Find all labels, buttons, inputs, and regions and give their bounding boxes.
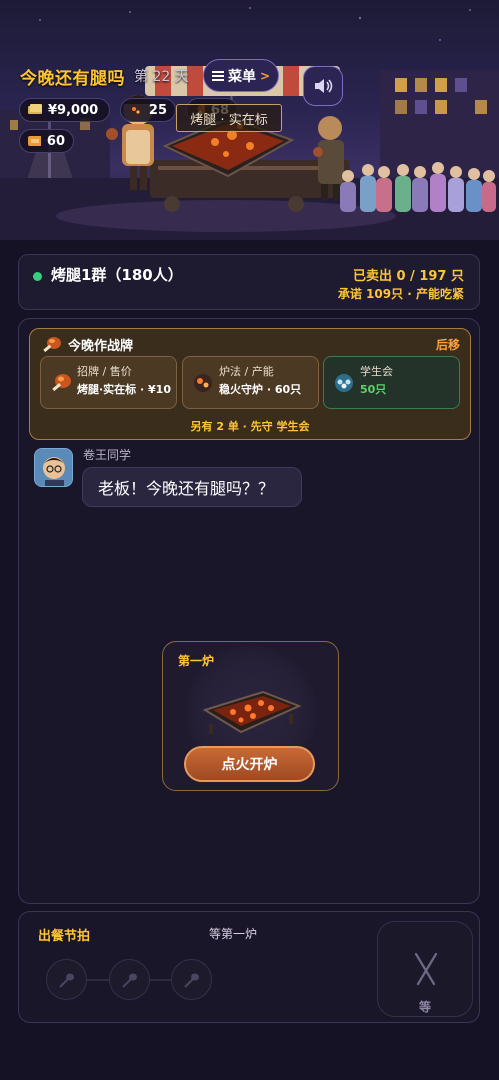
chevron-right-icon: > — [259, 68, 271, 83]
group-name: 烤腿1群（180人） — [51, 266, 183, 284]
money-pill: ¥9,000 — [19, 98, 110, 122]
drumstick-slot-icon — [121, 973, 137, 988]
postpone-button[interactable]: 后移 — [436, 336, 460, 353]
main-panel: 今晚作战牌 后移 招牌 / 售价 烤腿·实在标 · ¥10 炉法 / 产能 稳火… — [18, 318, 480, 904]
drumstick-slot-icon — [58, 973, 74, 988]
grill-icon — [203, 690, 301, 734]
crossed-skewers-icon — [414, 952, 438, 986]
ignite-button[interactable]: 点火开炉 — [184, 746, 315, 782]
card-label: 炉法 / 产能 — [219, 365, 274, 378]
promise-capacity: 承诺 109只 · 产能吃紧 — [337, 287, 464, 301]
game-title: 今晚还有腿吗 — [20, 69, 125, 89]
rhythm-status: 等第一炉 — [209, 927, 258, 941]
first-batch-card: 第一炉 点火开炉 — [162, 641, 339, 791]
stall-sign: 烤腿 · 实在标 — [176, 104, 282, 132]
card-label: 招牌 / 售价 — [77, 365, 132, 378]
signature-price-card[interactable]: 招牌 / 售价 烤腿·实在标 · ¥10 — [40, 356, 177, 409]
wait-label: 等 — [418, 1000, 431, 1014]
game-screen: 今晚还有腿吗 第 22 天 菜单 > ¥9,000 25 60 烤腿 · 实在标… — [0, 0, 499, 1080]
charcoal-pill: 25 — [120, 98, 176, 122]
serving-slot — [46, 959, 87, 1000]
menu-button[interactable]: 菜单 > — [203, 59, 279, 92]
money-value: ¥9,000 — [48, 102, 99, 118]
charcoal-icon — [194, 374, 212, 392]
serving-rhythm-panel: 出餐节拍 等第一炉 等 — [18, 911, 480, 1023]
drumstick-slot-icon — [183, 973, 199, 988]
strategy-footer: 另有 2 单 · 先守 学生会 — [190, 420, 310, 433]
speaker-icon — [315, 79, 333, 93]
wait-button[interactable]: 等 — [377, 921, 473, 1017]
avatar — [34, 448, 73, 487]
online-status-dot — [33, 272, 42, 281]
card-label: 学生会 — [360, 365, 393, 378]
menu-label: 菜单 — [227, 68, 256, 85]
serving-slot — [171, 959, 212, 1000]
night-market-scene: 今晚还有腿吗 第 22 天 菜单 > ¥9,000 25 60 烤腿 · 实在标 — [0, 0, 499, 240]
serving-slot — [109, 959, 150, 1000]
hamburger-icon — [211, 70, 224, 81]
sold-count: 已卖出 0 / 197 只 — [352, 269, 464, 284]
group-status-panel: 烤腿1群（180人） 已卖出 0 / 197 只 承诺 109只 · 产能吃紧 — [18, 254, 480, 310]
charcoal-value: 25 — [148, 102, 167, 118]
grill-method-card[interactable]: 炉法 / 产能 稳火守炉 · 60只 — [182, 356, 319, 409]
strategy-title: 今晚作战牌 — [68, 339, 134, 354]
tickets-pill: 60 — [19, 129, 74, 153]
sound-toggle-button[interactable] — [303, 66, 343, 106]
chat-bubble: 老板！今晚还有腿吗？？ — [82, 467, 302, 507]
ticket-icon — [28, 136, 41, 146]
strategy-card: 今晚作战牌 后移 招牌 / 售价 烤腿·实在标 · ¥10 炉法 / 产能 稳火… — [29, 328, 471, 440]
cash-icon — [28, 104, 42, 114]
rhythm-title: 出餐节拍 — [38, 929, 91, 944]
card-value: 稳火守炉 · 60只 — [219, 383, 302, 396]
card-value: 50只 — [360, 383, 387, 396]
message-sender: 卷王同学 — [83, 448, 132, 462]
student-avatar-icon — [35, 449, 72, 486]
tickets-value: 60 — [46, 133, 65, 149]
student-council-icon — [335, 374, 353, 392]
card-value: 烤腿·实在标 · ¥10 — [77, 383, 171, 396]
student-council-card[interactable]: 学生会 50只 — [323, 356, 460, 409]
batch-title: 第一炉 — [178, 654, 215, 668]
charcoal-icon — [130, 104, 142, 116]
drumstick-icon — [52, 374, 71, 392]
day-counter: 第 22 天 — [134, 69, 189, 85]
drumstick-icon — [43, 337, 61, 353]
